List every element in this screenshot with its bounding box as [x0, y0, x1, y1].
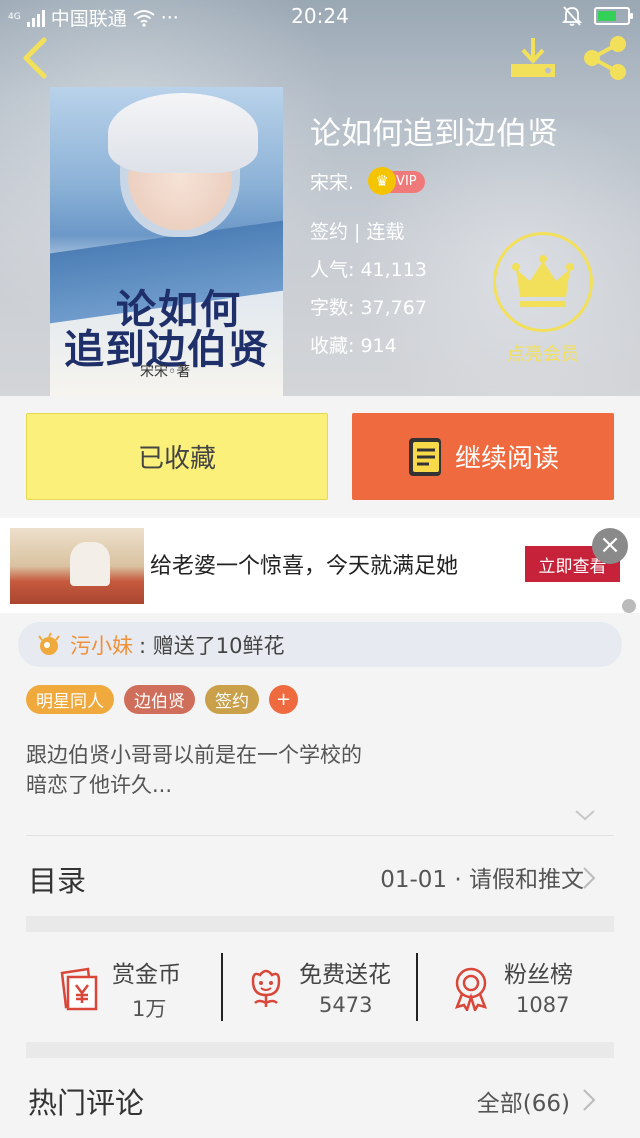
gift-user[interactable]: 污小妹 [70, 630, 133, 660]
ad-text: 给老婆一个惊喜，今天就满足她 [150, 554, 459, 579]
latest-chapter[interactable]: 01-01 · 请假和推文 [380, 860, 584, 894]
member-button[interactable]: 点亮会员 [493, 232, 593, 366]
section-divider [26, 1042, 614, 1058]
description-line: 跟边伯贤小哥哥以前是在一个学校的 [26, 743, 362, 767]
tag-item[interactable]: 边伯贤 [124, 685, 195, 714]
red-envelope-icon [60, 967, 98, 1011]
book-cover[interactable]: 论如何 追到边伯贤 宋宋◦著 [50, 87, 283, 396]
member-label: 点亮会员 [507, 344, 579, 365]
download-icon[interactable] [508, 36, 558, 80]
back-button[interactable] [14, 34, 54, 82]
tag-item[interactable]: 签约 [205, 685, 259, 714]
chevron-right-icon[interactable] [582, 1088, 596, 1112]
tag-item[interactable]: 明星同人 [26, 685, 114, 714]
continue-reading-button[interactable]: 继续阅读 [352, 413, 614, 500]
tag-list: 明星同人 边伯贤 签约 + [26, 685, 298, 714]
crown-icon: ♛ [368, 166, 397, 195]
reward-coins[interactable]: 赏金币 1万 [56, 955, 206, 1025]
favorites-value: 914 [360, 335, 397, 357]
fan-ranking-count: 1087 [516, 993, 570, 1017]
crown-icon [493, 232, 593, 332]
ad-mark-icon [622, 599, 636, 613]
favorites-label: 收藏: [310, 335, 355, 357]
free-flowers[interactable]: 免费送花 5473 [243, 955, 408, 1025]
chevron-right-icon[interactable] [582, 866, 596, 890]
share-icon[interactable] [580, 34, 630, 82]
author-name[interactable]: 宋宋. [310, 168, 354, 195]
cover-author: 宋宋◦著 [140, 364, 191, 380]
fan-ranking[interactable]: 粉丝榜 1087 [448, 955, 588, 1025]
popularity-value: 41,113 [360, 259, 427, 281]
ad-image [10, 528, 144, 604]
fan-ranking-label: 粉丝榜 [504, 962, 573, 988]
divider [416, 953, 418, 1021]
book-description: 跟边伯贤小哥哥以前是在一个学校的 暗恋了他许久... [26, 740, 446, 800]
vip-badge: ♛ VIP [368, 166, 425, 195]
battery-icon [594, 7, 633, 25]
status-bar: 4G 中国联通 ··· 20:24 [0, 0, 640, 34]
reward-coins-count: 1万 [132, 997, 167, 1021]
medal-icon [454, 967, 488, 1011]
all-comments-link[interactable]: 全部(66) [477, 1084, 570, 1118]
status-time: 20:24 [291, 4, 349, 28]
close-icon[interactable]: × [592, 528, 628, 564]
book-icon [408, 437, 441, 476]
divider [26, 835, 614, 836]
hot-comments-title: 热门评论 [28, 1086, 145, 1120]
free-flowers-label: 免费送花 [299, 962, 391, 988]
vip-label: VIP [396, 174, 417, 189]
book-title: 论如何追到边伯贤 [310, 116, 558, 152]
word-count-label: 字数: [310, 297, 355, 319]
continue-reading-label: 继续阅读 [454, 444, 559, 474]
add-tag-button[interactable]: + [269, 685, 298, 714]
divider [221, 953, 223, 1021]
flower-icon [38, 632, 60, 655]
reward-coins-label: 赏金币 [112, 962, 181, 988]
description-line: 暗恋了他许久... [26, 773, 173, 797]
favorited-label: 已收藏 [137, 444, 216, 474]
gift-notice: 污小妹 : 赠送了10鲜花 [18, 622, 622, 667]
chevron-down-icon[interactable] [574, 808, 596, 822]
section-divider [26, 916, 614, 932]
mute-bell-icon [562, 6, 582, 26]
ad-banner[interactable]: 给老婆一个惊喜，今天就满足她 立即查看 × [0, 518, 640, 613]
catalog-title[interactable]: 目录 [28, 858, 86, 900]
word-count-value: 37,767 [360, 297, 427, 319]
gift-message: : 赠送了10鲜花 [139, 633, 285, 658]
favorited-button[interactable]: 已收藏 [26, 413, 328, 500]
free-flowers-count: 5473 [319, 993, 373, 1017]
flower-icon [251, 969, 281, 1007]
popularity-label: 人气: [310, 259, 355, 281]
